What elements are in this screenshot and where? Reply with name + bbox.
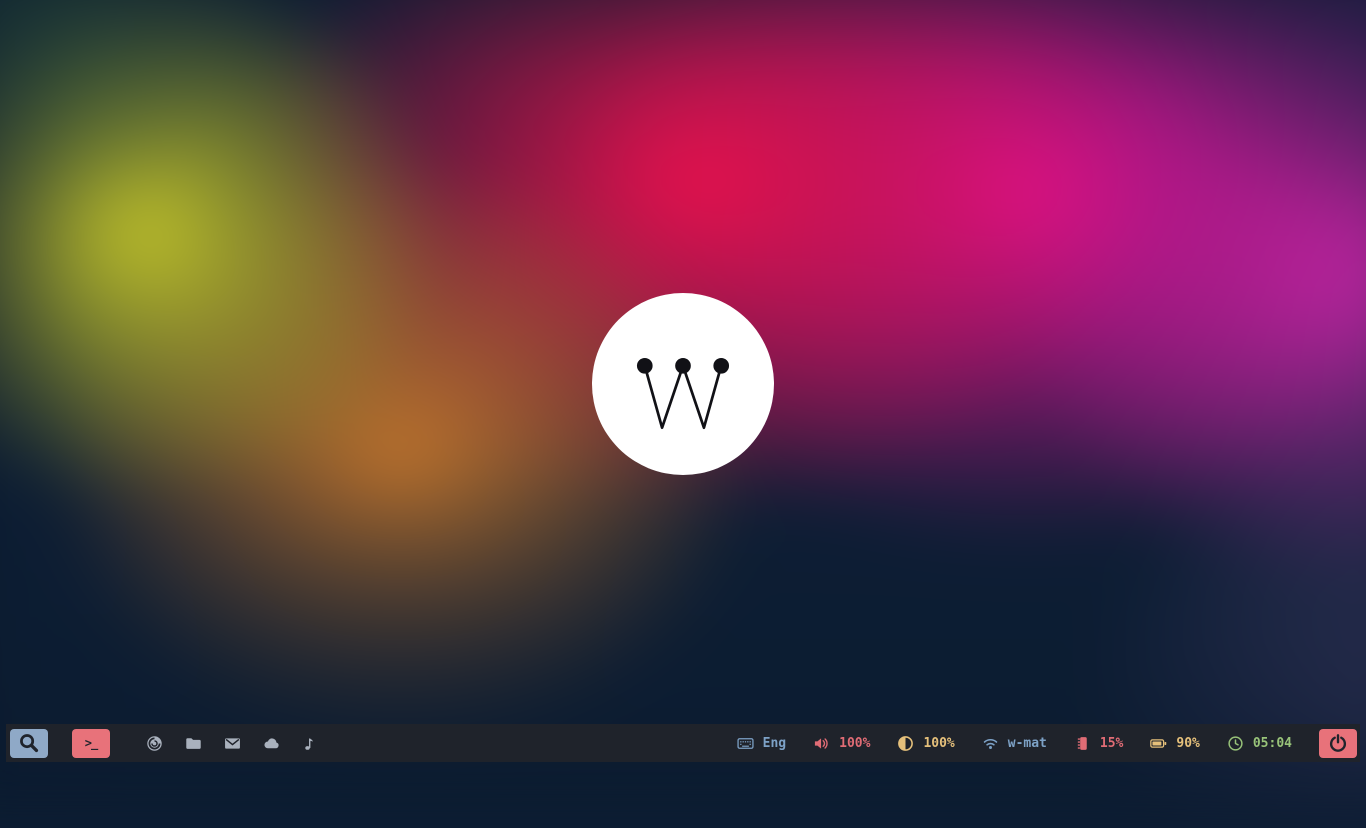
cloud-launcher[interactable]	[263, 735, 280, 752]
clock-label: 05:04	[1253, 737, 1292, 750]
cloud-icon	[263, 735, 280, 752]
keyboard-icon	[737, 735, 754, 752]
status-module-memory[interactable]: 15%	[1074, 735, 1123, 752]
battery-icon	[1150, 735, 1167, 752]
terminal-icon: >_	[85, 737, 97, 749]
status-module-battery[interactable]: 90%	[1150, 735, 1199, 752]
status-module-keyboard-layout[interactable]: Eng	[737, 735, 786, 752]
music-launcher[interactable]	[302, 735, 319, 752]
search-button[interactable]	[10, 729, 48, 758]
network-label: w-mat	[1008, 737, 1047, 750]
files-launcher[interactable]	[185, 735, 202, 752]
terminal-button[interactable]: >_	[72, 729, 110, 758]
status-module-clock[interactable]: 05:04	[1227, 735, 1292, 752]
mail-icon	[224, 735, 241, 752]
app-launcher-icons	[124, 735, 319, 752]
taskbar: >_	[6, 724, 1360, 762]
volume-label: 100%	[839, 737, 870, 750]
music-icon	[302, 735, 319, 752]
brightness-label: 100%	[923, 737, 954, 750]
volume-icon	[813, 735, 830, 752]
w-logo-icon	[592, 293, 774, 475]
wifi-icon	[982, 735, 999, 752]
browser-launcher[interactable]	[146, 735, 163, 752]
firefox-icon	[146, 735, 163, 752]
power-button[interactable]	[1319, 729, 1357, 758]
battery-label: 90%	[1176, 737, 1199, 750]
status-module-network[interactable]: w-mat	[982, 735, 1047, 752]
status-module-volume[interactable]: 100%	[813, 735, 870, 752]
keyboard-layout-label: Eng	[763, 737, 786, 750]
memory-icon	[1074, 735, 1091, 752]
power-icon	[1328, 733, 1348, 753]
status-modules: Eng 100% 100% w-mat	[737, 729, 1360, 758]
folder-icon	[185, 735, 202, 752]
clock-icon	[1227, 735, 1244, 752]
search-icon	[18, 732, 40, 754]
memory-label: 15%	[1100, 737, 1123, 750]
wallpaper-logo	[592, 293, 774, 475]
mail-launcher[interactable]	[224, 735, 241, 752]
status-module-brightness[interactable]: 100%	[897, 735, 954, 752]
contrast-icon	[897, 735, 914, 752]
